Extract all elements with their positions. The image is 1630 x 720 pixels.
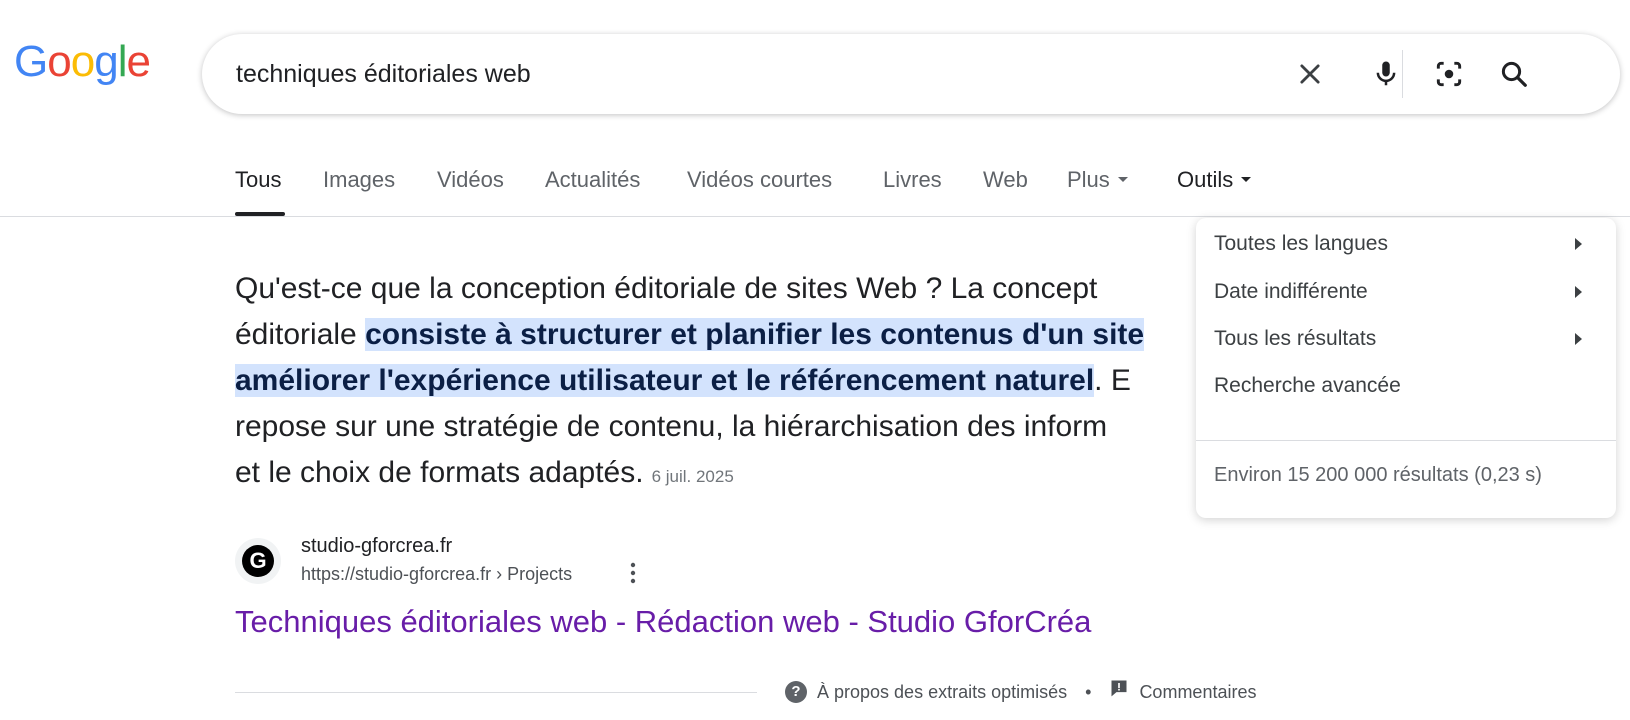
result-source[interactable]: G studio-gforcrea.fr https://studio-gfor…	[235, 530, 935, 600]
menu-item-label: Recherche avancée	[1214, 374, 1401, 397]
snippet-highlight: améliorer l'expérience utilisateur et le…	[235, 364, 1095, 397]
about-snippets-link[interactable]: À propos des extraits optimisés	[817, 678, 1067, 706]
close-icon[interactable]	[1290, 54, 1330, 94]
google-logo[interactable]: Google	[14, 36, 151, 88]
chevron-down-icon	[1241, 176, 1252, 182]
search-results-page: Google techniques éditoriales web Tous I…	[0, 0, 1630, 720]
result-title-link[interactable]: Techniques éditoriales web - Rédaction w…	[235, 600, 1091, 644]
tab-label: Images	[323, 167, 396, 192]
site-url: https://studio-gforcrea.fr › Projects	[301, 564, 573, 584]
snippet-line: repose sur une stratégie de contenu, la …	[235, 410, 1108, 443]
snippet-line: améliorer l'expérience utilisateur et le…	[235, 358, 1215, 404]
tab-outils[interactable]: Outils	[1177, 160, 1252, 200]
snippet-footer: ? À propos des extraits optimisés • Comm…	[785, 678, 1256, 706]
logo-letter: g	[94, 37, 119, 86]
favicon-letter: G	[242, 545, 274, 577]
chevron-down-icon	[1117, 176, 1128, 182]
menu-item-langues[interactable]: Toutes les langues	[1214, 224, 1584, 264]
site-name: studio-gforcrea.fr	[301, 535, 453, 557]
menu-item-label: Tous les résultats	[1214, 327, 1377, 350]
chevron-right-icon	[1575, 333, 1582, 345]
snippet-text: éditoriale	[235, 318, 366, 351]
tab-label: Vidéos	[437, 167, 504, 192]
tab-label: Plus	[1067, 167, 1110, 192]
chevron-right-icon	[1575, 286, 1582, 298]
menu-item-date[interactable]: Date indifférente	[1214, 272, 1584, 312]
tab-label: Outils	[1177, 167, 1234, 192]
menu-item-recherche-avancee[interactable]: Recherche avancée	[1214, 366, 1584, 406]
snippet-highlight: consiste à structurer et planifier les c…	[365, 318, 1145, 351]
logo-letter: o	[70, 37, 96, 86]
tab-label: Web	[983, 167, 1028, 192]
tools-dropdown-menu: Toutes les langues Date indifférente Tou…	[1196, 218, 1616, 518]
tab-livres[interactable]: Livres	[883, 160, 942, 200]
tab-images[interactable]: Images	[323, 160, 395, 200]
logo-letter: G	[14, 37, 48, 86]
tab-videos[interactable]: Vidéos	[437, 160, 504, 200]
site-favicon: G	[235, 538, 281, 584]
result-stats: Environ 15 200 000 résultats (0,23 s)	[1214, 464, 1542, 486]
menu-item-label: Date indifférente	[1214, 280, 1368, 303]
menu-item-resultats[interactable]: Tous les résultats	[1214, 319, 1584, 359]
lens-icon[interactable]	[1429, 54, 1469, 94]
snippet-line: éditoriale consiste à structurer et plan…	[235, 312, 1215, 358]
tab-label: Tous	[235, 167, 282, 192]
tab-plus[interactable]: Plus	[1067, 160, 1128, 200]
tab-label: Actualités	[545, 167, 641, 192]
menu-divider	[1196, 440, 1616, 441]
search-icon[interactable]	[1494, 54, 1534, 94]
help-icon: ?	[785, 681, 807, 703]
snippet-text: . E	[1094, 364, 1131, 397]
chevron-right-icon	[1575, 238, 1582, 250]
snippet-text: et le choix de formats adaptés.	[235, 456, 644, 489]
tab-tous[interactable]: Tous	[235, 160, 281, 200]
featured-snippet: Qu'est-ce que la conception éditoriale d…	[235, 266, 1215, 496]
feedback-link[interactable]: Commentaires	[1139, 678, 1256, 706]
logo-letter: l	[117, 37, 128, 86]
footer-separator: •	[1085, 682, 1092, 702]
snippet-line: Qu'est-ce que la conception éditoriale d…	[235, 272, 1098, 305]
more-options-icon[interactable]	[623, 560, 643, 586]
tabs-divider	[0, 216, 1630, 217]
feedback-icon	[1109, 678, 1129, 706]
logo-letter: o	[47, 37, 72, 86]
tab-actualites[interactable]: Actualités	[545, 160, 640, 200]
search-input[interactable]: techniques éditoriales web	[236, 56, 531, 92]
snippet-line: et le choix de formats adaptés. 6 juil. 2…	[235, 450, 1215, 496]
snippet-date: 6 juil. 2025	[651, 467, 734, 486]
footer-divider	[235, 692, 757, 693]
tab-label: Vidéos courtes	[687, 167, 833, 192]
microphone-icon[interactable]	[1366, 54, 1406, 94]
tab-label: Livres	[883, 167, 942, 192]
tab-web[interactable]: Web	[983, 160, 1028, 200]
logo-letter: e	[126, 37, 151, 86]
search-bar: techniques éditoriales web	[202, 34, 1620, 114]
tab-videos-courtes[interactable]: Vidéos courtes	[687, 160, 832, 200]
menu-item-label: Toutes les langues	[1214, 232, 1388, 255]
